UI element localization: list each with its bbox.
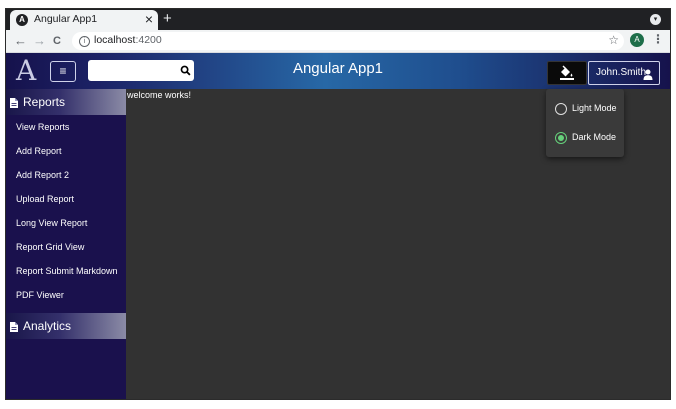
sidebar-item-report-submit-markdown[interactable]: Report Submit Markdown bbox=[16, 266, 118, 276]
dark-mode-radio[interactable] bbox=[555, 132, 567, 144]
document-icon bbox=[10, 321, 18, 335]
light-mode-label: Light Mode bbox=[572, 103, 617, 113]
site-info-icon[interactable]: i bbox=[79, 36, 90, 47]
tab-title: Angular App1 bbox=[34, 13, 98, 25]
back-button[interactable]: ← bbox=[14, 32, 27, 50]
document-icon bbox=[10, 97, 18, 111]
new-tab-button[interactable]: + bbox=[163, 9, 172, 29]
welcome-message: welcome works! bbox=[127, 90, 192, 100]
forward-button[interactable]: → bbox=[33, 32, 46, 50]
light-mode-radio[interactable] bbox=[555, 103, 567, 115]
url-text: localhost:4200 bbox=[94, 34, 162, 46]
theme-menu: Light Mode Dark Mode bbox=[546, 89, 624, 157]
address-bar[interactable]: i localhost:4200 ☆ bbox=[72, 32, 624, 50]
sidebar-item-pdf-viewer[interactable]: PDF Viewer bbox=[16, 290, 64, 300]
user-icon bbox=[643, 67, 653, 89]
sidebar-item-add-report-2[interactable]: Add Report 2 bbox=[16, 170, 69, 180]
menu-toggle-button[interactable]: ≡ bbox=[50, 61, 76, 82]
tab-search-icon[interactable]: ▾ bbox=[650, 14, 661, 25]
sidebar-section-analytics[interactable]: Analytics bbox=[6, 313, 126, 339]
reload-button[interactable]: C bbox=[53, 32, 61, 50]
search-input[interactable] bbox=[90, 62, 180, 79]
url-port: :4200 bbox=[135, 34, 162, 46]
browser-menu-icon[interactable]: ⋮ bbox=[652, 32, 664, 46]
sidebar-section-label: Analytics bbox=[23, 319, 72, 333]
browser-tab[interactable]: A Angular App1 × bbox=[10, 10, 158, 30]
app-header: A ≡ Angular App1 John.Smith bbox=[6, 53, 670, 89]
sidebar-section-reports[interactable]: Reports bbox=[6, 89, 126, 115]
tab-strip: A Angular App1 × + ▾ bbox=[6, 9, 670, 30]
sidebar-item-long-view-report[interactable]: Long View Report bbox=[16, 218, 87, 228]
close-tab-icon[interactable]: × bbox=[145, 11, 153, 28]
search-icon[interactable] bbox=[180, 63, 191, 81]
url-host: localhost bbox=[94, 34, 136, 46]
sidebar-section-label: Reports bbox=[23, 95, 66, 109]
angular-favicon-icon: A bbox=[16, 14, 28, 26]
sidebar-item-view-reports[interactable]: View Reports bbox=[16, 122, 69, 132]
profile-avatar[interactable]: A bbox=[630, 33, 644, 47]
dark-mode-label: Dark Mode bbox=[572, 132, 617, 142]
browser-window: A Angular App1 × + ▾ ← → C i localhost:4… bbox=[5, 8, 671, 400]
user-menu-button[interactable]: John.Smith bbox=[588, 61, 660, 85]
sidebar-item-report-grid-view[interactable]: Report Grid View bbox=[16, 242, 84, 252]
sidebar-item-add-report[interactable]: Add Report bbox=[16, 146, 62, 156]
search-box bbox=[88, 60, 194, 81]
brand-logo: A bbox=[16, 54, 37, 87]
app-title: Angular App1 bbox=[292, 60, 384, 77]
bookmark-star-icon[interactable]: ☆ bbox=[608, 33, 619, 47]
paint-bucket-icon bbox=[560, 65, 574, 80]
user-name: John.Smith bbox=[596, 67, 647, 78]
sidebar-item-upload-report[interactable]: Upload Report bbox=[16, 194, 74, 204]
theme-picker-button[interactable] bbox=[547, 61, 587, 85]
sidebar: Reports View Reports Add Report Add Repo… bbox=[6, 89, 126, 399]
browser-toolbar: ← → C i localhost:4200 ☆ A ⋮ bbox=[6, 30, 670, 53]
